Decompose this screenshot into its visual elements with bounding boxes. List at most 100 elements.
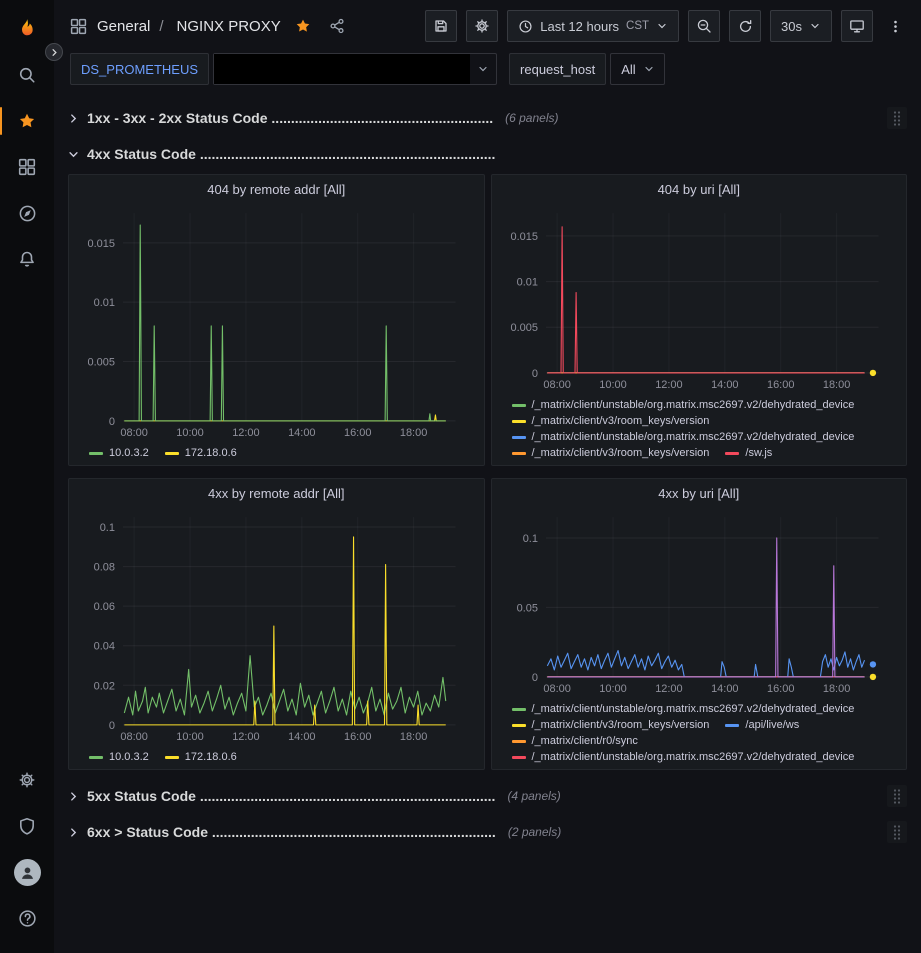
time-series-chart[interactable]: 08:0010:0012:0014:0016:0018:0000.020.040… (79, 507, 474, 747)
panel-title[interactable]: 404 by remote addr [All] (69, 175, 484, 203)
svg-text:0: 0 (531, 672, 537, 684)
sidebar-item-dashboards[interactable] (5, 144, 49, 190)
panel-title[interactable]: 4xx by uri [All] (492, 479, 907, 507)
svg-text:12:00: 12:00 (232, 731, 259, 743)
request-host-variable-value: All (621, 62, 635, 77)
row-drag-handle-icon[interactable] (887, 785, 907, 807)
svg-text:08:00: 08:00 (543, 683, 570, 695)
legend-series-swatch (89, 756, 103, 759)
sidebar-item-server-admin[interactable] (5, 803, 49, 849)
breadcrumb-folder[interactable]: General (97, 18, 150, 35)
legend-item[interactable]: 172.18.0.6 (165, 447, 237, 459)
grafana-app: General / NGINX PROXY (0, 0, 921, 953)
sidebar-item-favorites[interactable] (5, 98, 49, 144)
row-5xx-status-code[interactable]: 5xx Status Code ........................… (68, 782, 907, 810)
save-icon (433, 18, 449, 34)
share-icon (329, 18, 345, 34)
favorite-star-button[interactable] (295, 18, 311, 34)
person-icon (19, 864, 36, 881)
panel-title[interactable]: 404 by uri [All] (492, 175, 907, 203)
legend-series-label: /sw.js (745, 447, 772, 459)
user-avatar (14, 859, 41, 886)
svg-text:18:00: 18:00 (400, 731, 427, 743)
legend-series-label: /_matrix/client/unstable/org.matrix.msc2… (532, 399, 855, 411)
sidebar-expand-button[interactable] (45, 43, 63, 61)
svg-text:12:00: 12:00 (232, 427, 259, 439)
sidebar-item-configuration[interactable] (5, 757, 49, 803)
panel-title[interactable]: 4xx by remote addr [All] (69, 479, 484, 507)
row-1xx-3xx-2xx-status-code[interactable]: 1xx - 3xx - 2xx Status Code ............… (68, 104, 907, 132)
legend-series-swatch (725, 724, 739, 727)
legend-item[interactable]: /_matrix/client/unstable/org.matrix.msc2… (512, 431, 855, 443)
legend-item[interactable]: 10.0.3.2 (89, 447, 149, 459)
time-series-chart[interactable]: 08:0010:0012:0014:0016:0018:0000.0050.01… (502, 203, 897, 395)
dashboard-canvas: 1xx - 3xx - 2xx Status Code ............… (54, 92, 921, 953)
legend-series-label: /_matrix/client/v3/room_keys/version (532, 719, 710, 731)
legend-item[interactable]: /_matrix/client/unstable/org.matrix.msc2… (512, 399, 855, 411)
legend-item[interactable]: /_matrix/client/v3/room_keys/version (512, 447, 710, 459)
sidebar-item-explore[interactable] (5, 190, 49, 236)
cycle-view-button[interactable] (841, 10, 873, 42)
more-options-button[interactable] (882, 10, 909, 42)
svg-text:0.005: 0.005 (88, 357, 115, 369)
legend-item[interactable]: 10.0.3.2 (89, 751, 149, 763)
time-range-picker[interactable]: Last 12 hours CST (507, 10, 679, 42)
legend-item[interactable]: /_matrix/client/v3/room_keys/version (512, 719, 710, 731)
chevron-right-icon (50, 48, 59, 57)
datasource-variable-select[interactable] (213, 53, 497, 85)
panel-legend: /_matrix/client/unstable/org.matrix.msc2… (502, 699, 897, 765)
row-6xx-status-code[interactable]: 6xx > Status Code ......................… (68, 818, 907, 846)
legend-series-label: 10.0.3.2 (109, 751, 149, 763)
legend-item[interactable]: /sw.js (725, 447, 772, 459)
legend-item[interactable]: /api/live/ws (725, 719, 799, 731)
svg-text:0.06: 0.06 (94, 601, 115, 613)
row-panel-count: (2 panels) (508, 825, 561, 839)
time-series-chart[interactable]: 08:0010:0012:0014:0016:0018:0000.050.1 (502, 507, 897, 699)
shield-icon (18, 817, 36, 835)
svg-text:14:00: 14:00 (288, 731, 315, 743)
svg-text:08:00: 08:00 (120, 427, 147, 439)
grafana-logo[interactable] (5, 8, 49, 52)
apps-icon (70, 18, 87, 35)
save-dashboard-button[interactable] (425, 10, 457, 42)
panel-404-by-remote-addr-all: 404 by remote addr [All]08:0010:0012:001… (68, 174, 485, 466)
dashboard-settings-button[interactable] (466, 10, 498, 42)
variables-bar: DS_PROMETHEUS request_host All (54, 52, 921, 92)
legend-series-label: /_matrix/client/unstable/org.matrix.msc2… (532, 751, 855, 763)
share-button[interactable] (329, 18, 345, 34)
refresh-interval-picker[interactable]: 30s (770, 10, 832, 42)
sidebar-item-alerting[interactable] (5, 236, 49, 282)
sidebar-item-profile[interactable] (5, 849, 49, 895)
legend-item[interactable]: /_matrix/client/unstable/org.matrix.msc2… (512, 751, 855, 763)
refresh-button[interactable] (729, 10, 761, 42)
request-host-variable-select[interactable]: All (610, 53, 664, 85)
legend-item[interactable]: /_matrix/client/r0/sync (512, 735, 638, 747)
sidebar-bottom-group (5, 757, 49, 941)
svg-text:16:00: 16:00 (344, 731, 371, 743)
row-drag-handle-icon[interactable] (887, 107, 907, 129)
svg-text:0.02: 0.02 (94, 680, 115, 692)
svg-text:14:00: 14:00 (288, 427, 315, 439)
svg-text:18:00: 18:00 (822, 683, 849, 695)
zoom-out-button[interactable] (688, 10, 720, 42)
variable-request-host: request_host All (509, 53, 665, 85)
row-4xx-status-code[interactable]: 4xx Status Code ........................… (68, 140, 907, 168)
svg-text:08:00: 08:00 (120, 731, 147, 743)
legend-item[interactable]: /_matrix/client/unstable/org.matrix.msc2… (512, 703, 855, 715)
chevron-down-icon (636, 63, 662, 75)
svg-text:12:00: 12:00 (655, 379, 682, 391)
legend-item[interactable]: /_matrix/client/v3/room_keys/version (512, 415, 710, 427)
dashboard-title[interactable]: NGINX PROXY (177, 18, 281, 35)
sidebar-item-help[interactable] (5, 895, 49, 941)
time-series-chart[interactable]: 08:0010:0012:0014:0016:0018:0000.0050.01… (79, 203, 474, 443)
datasource-variable-value-redacted (214, 54, 470, 84)
chevron-right-icon (68, 113, 79, 124)
legend-series-swatch (512, 756, 526, 759)
row-drag-handle-icon[interactable] (887, 821, 907, 843)
legend-item[interactable]: 172.18.0.6 (165, 751, 237, 763)
panel-grid: 404 by remote addr [All]08:0010:0012:001… (68, 174, 907, 770)
refresh-icon (738, 19, 753, 34)
svg-text:14:00: 14:00 (711, 379, 738, 391)
sidebar-item-search[interactable] (5, 52, 49, 98)
panel-body: 08:0010:0012:0014:0016:0018:0000.0050.01… (69, 203, 484, 465)
